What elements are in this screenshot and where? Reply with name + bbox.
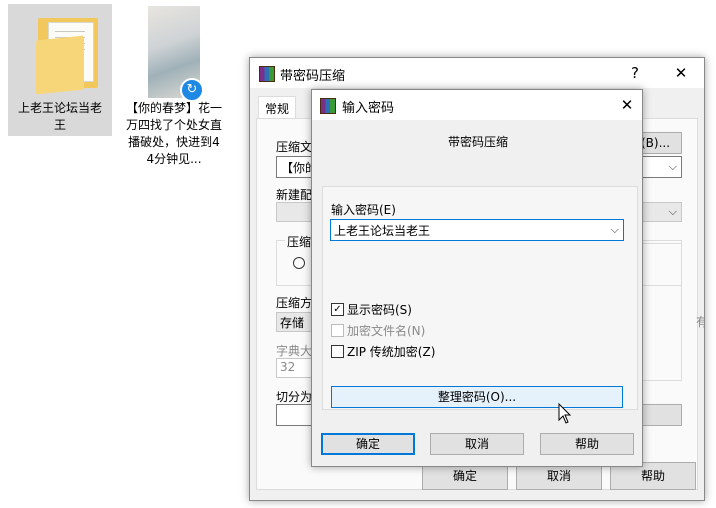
winrar-icon: [320, 98, 336, 114]
help-icon[interactable]: ?: [620, 61, 650, 85]
encrypt-filenames-label: 加密文件名(N): [347, 324, 426, 338]
radio-icon[interactable]: [293, 257, 305, 269]
desktop-folder[interactable]: 上老王论坛当老王: [8, 4, 112, 136]
encrypt-filenames-checkbox[interactable]: [331, 324, 344, 337]
tab-general[interactable]: 常规: [258, 96, 297, 120]
new-config-label: 新建配: [276, 188, 313, 202]
password-heading: 带密码压缩: [448, 135, 509, 149]
split-label: 切分为: [276, 390, 313, 404]
video-label: 【你的春梦】花一万四找了个处女直播破处，快进到44分钟见...: [126, 101, 223, 166]
close-icon[interactable]: ✕: [612, 93, 642, 117]
winrar-icon: [259, 66, 275, 82]
desktop-video-file[interactable]: ↻ 【你的春梦】花一万四找了个处女直播破处，快进到44分钟见...: [124, 4, 224, 172]
chevron-down-icon: ⌵: [668, 205, 677, 218]
chevron-down-icon: ⌵: [610, 223, 619, 236]
cancel-button[interactable]: 取消: [430, 433, 524, 455]
password-label: 输入密码(E): [331, 203, 396, 217]
side-text: 有第: [696, 315, 704, 329]
folder-label: 上老王论坛当老王: [17, 101, 102, 132]
ok-button[interactable]: 确定: [321, 433, 415, 455]
password-titlebar: 输入密码 ✕: [312, 90, 642, 120]
show-password-checkbox[interactable]: ✓: [331, 303, 344, 316]
zip-legacy-label: ZIP 传统加密(Z): [347, 345, 436, 359]
archive-title: 带密码压缩: [280, 69, 346, 84]
browse-button[interactable]: (B)...: [640, 132, 682, 154]
password-title: 输入密码: [342, 101, 395, 116]
archive-titlebar: 带密码压缩 ? ✕: [250, 58, 704, 88]
close-icon[interactable]: ✕: [666, 61, 696, 85]
zip-legacy-checkbox[interactable]: [331, 345, 344, 358]
compress-method-label: 压缩方: [276, 296, 313, 310]
mouse-pointer-icon: [558, 403, 572, 424]
dict-size-label: 字典大: [276, 344, 313, 358]
help-button[interactable]: 帮助: [540, 433, 634, 455]
show-password-label: 显示密码(S): [347, 303, 412, 317]
chevron-down-icon: ⌵: [668, 160, 677, 173]
player-badge-icon: ↻: [180, 78, 204, 102]
password-dialog: 输入密码 ✕ 带密码压缩 输入密码(E) 上老王论坛当老王 ⌵ ✓ 显示密码(S…: [311, 89, 643, 467]
password-input[interactable]: 上老王论坛当老王 ⌵: [330, 219, 624, 241]
organize-passwords-button[interactable]: 整理密码(O)...: [331, 386, 623, 408]
compress-file-label: 压缩文: [276, 140, 313, 154]
